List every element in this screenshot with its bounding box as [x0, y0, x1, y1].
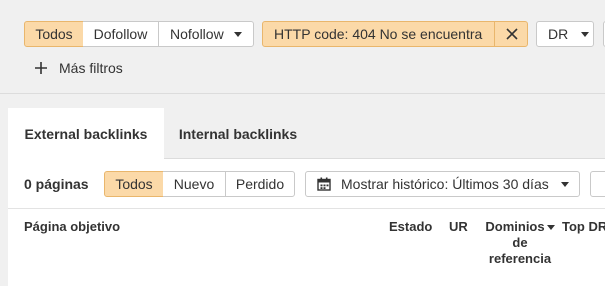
table-header-divider [8, 208, 605, 209]
column-top-dr[interactable]: Top DR [562, 219, 605, 234]
chevron-down-icon [560, 181, 569, 187]
tab-external-backlinks[interactable]: External backlinks [8, 108, 164, 160]
history-range-dropdown[interactable]: Mostrar histórico: Últimos 30 días [305, 171, 580, 197]
close-icon[interactable] [497, 22, 527, 46]
plus-icon [35, 62, 47, 74]
filter-nofollow-label: Nofollow [170, 26, 224, 42]
http-code-filter-label: HTTP code: 404 No se encuentra [274, 26, 483, 42]
filter-all-button[interactable]: Todos [24, 21, 84, 47]
chevron-down-icon [581, 31, 590, 37]
chevron-down-icon [233, 31, 242, 37]
filter-dofollow-button[interactable]: Dofollow [83, 21, 159, 47]
column-target-page[interactable]: Página objetivo [24, 219, 120, 234]
column-ur[interactable]: UR [449, 219, 468, 234]
referring-domains-line3: referencia [488, 251, 552, 266]
filter-nofollow-dropdown[interactable]: Nofollow [158, 21, 254, 47]
column-status[interactable]: Estado [389, 219, 432, 234]
referring-domains-line2: de [512, 235, 528, 250]
page-count: 0 páginas [24, 176, 89, 192]
referring-domains-line1: Dominios [485, 219, 545, 234]
tab-internal-backlinks[interactable]: Internal backlinks [164, 108, 312, 159]
chip-divider [494, 22, 495, 46]
history-new-button[interactable]: Nuevo [163, 171, 226, 197]
history-range-label: Mostrar histórico: Últimos 30 días [341, 176, 549, 192]
history-all-button[interactable]: Todos [104, 171, 164, 197]
history-lost-button[interactable]: Perdido [225, 171, 295, 197]
column-referring-domains[interactable]: Dominios de referencia [480, 219, 560, 267]
filters-divider [0, 93, 605, 94]
more-filters-label: Más filtros [59, 60, 123, 76]
calendar-icon [317, 177, 331, 191]
more-filters-button[interactable]: Más filtros [34, 58, 123, 78]
dr-filter-dropdown[interactable]: DR [536, 21, 594, 47]
http-code-filter-chip[interactable]: HTTP code: 404 No se encuentra [262, 21, 528, 47]
sort-desc-icon [546, 225, 555, 231]
dr-filter-label: DR [548, 26, 569, 42]
next-toolbar-button[interactable] [590, 171, 605, 197]
